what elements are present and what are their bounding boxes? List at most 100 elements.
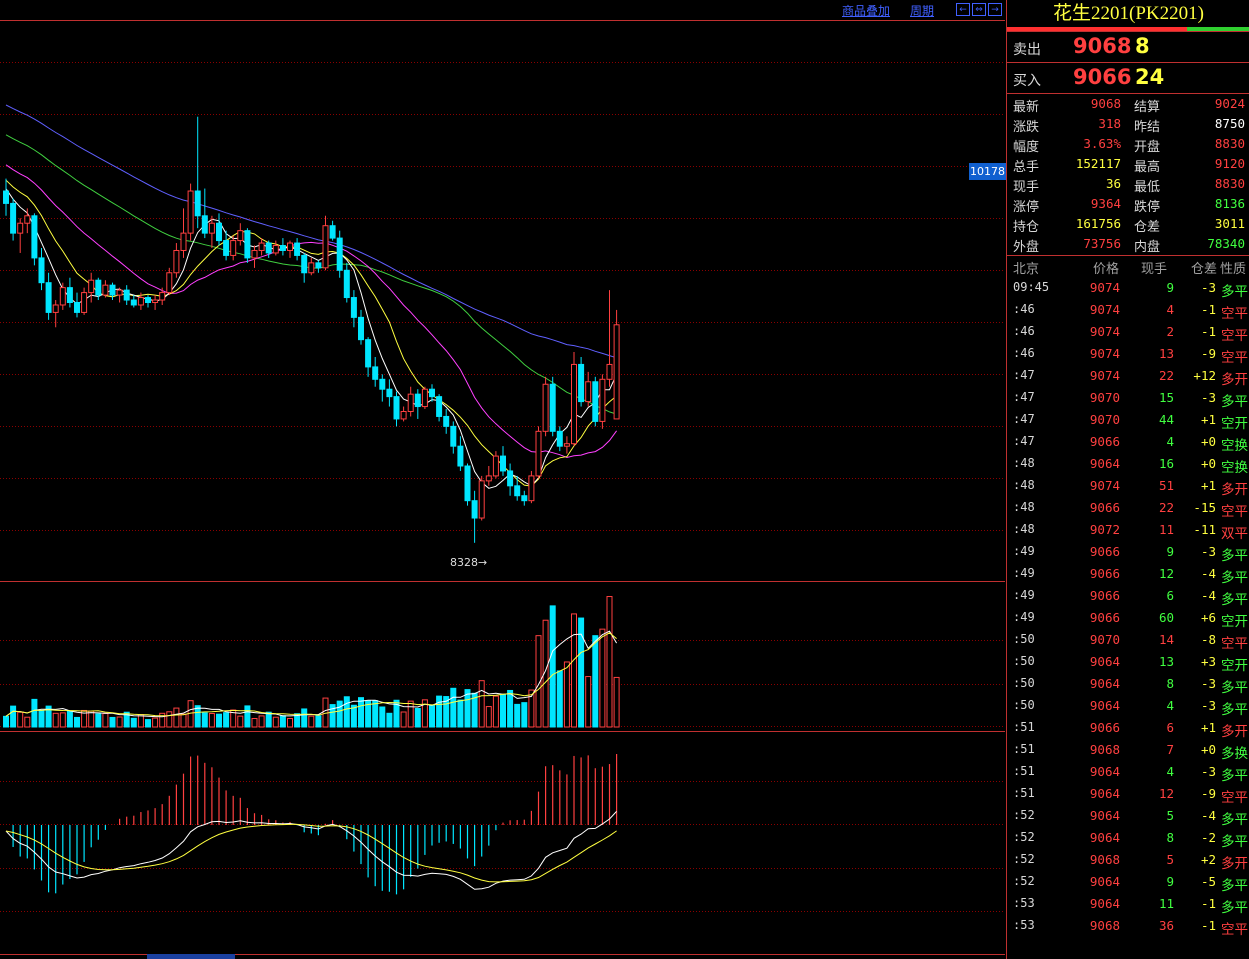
candle-body [223, 240, 230, 256]
tick-row[interactable]: :46 9074 2 -1 空平 [1007, 321, 1249, 344]
tick-nature: 多开 [1221, 856, 1248, 872]
tick-volume: 9 [1166, 874, 1174, 889]
candle-body [102, 284, 109, 296]
volume-bar [485, 706, 492, 728]
tick-oi-change: -5 [1200, 874, 1216, 889]
tick-row[interactable]: :47 9074 22 +12 多开 [1007, 365, 1249, 388]
tick-time: :46 [1013, 302, 1035, 316]
tick-row[interactable]: :53 9068 36 -1 空平 [1007, 915, 1249, 938]
tick-row[interactable]: :48 9072 11 -11 双平 [1007, 519, 1249, 542]
tick-row[interactable]: :48 9066 22 -15 空平 [1007, 497, 1249, 520]
kline-chart[interactable] [0, 0, 1005, 959]
tick-row[interactable]: :51 9064 12 -9 空平 [1007, 783, 1249, 806]
tick-row[interactable]: :48 9064 16 +0 空换 [1007, 453, 1249, 476]
candle-body [571, 363, 577, 445]
tick-price: 9070 [1089, 390, 1120, 405]
zoom-button[interactable]: ⇔ [972, 3, 986, 16]
tick-nature: 多平 [1221, 702, 1248, 718]
tick-time: :51 [1013, 764, 1035, 778]
tick-row[interactable]: :52 9068 5 +2 多开 [1007, 849, 1249, 872]
tick-header-vol: 现手 [1141, 262, 1168, 277]
chart-scrollbar-thumb[interactable] [147, 954, 235, 959]
tick-row[interactable]: :47 9070 15 -3 多平 [1007, 387, 1249, 410]
tick-row[interactable]: :52 9064 9 -5 多平 [1007, 871, 1249, 894]
quote-label: 昨结 [1134, 120, 1161, 135]
candle-body [528, 475, 535, 502]
tick-nature: 空平 [1221, 504, 1248, 520]
tick-time: :47 [1013, 434, 1035, 448]
tick-oi-change: +1 [1200, 412, 1216, 427]
volume-bar [237, 715, 244, 728]
add-product-link[interactable]: 商品叠加 [842, 2, 890, 19]
tick-oi-change: +0 [1200, 434, 1216, 449]
tick-price: 9064 [1089, 896, 1120, 911]
tick-time: :50 [1013, 676, 1035, 690]
candle-body [31, 215, 38, 259]
ma20-line [5, 164, 618, 459]
kline-chart-area[interactable]: 商品叠加 周期 ← ⇔ → 10178 8328→ [0, 0, 1006, 959]
candle-body [549, 383, 556, 432]
tick-row[interactable]: :50 9064 8 -3 多平 [1007, 673, 1249, 696]
tick-nature: 多平 [1221, 680, 1248, 696]
tick-row[interactable]: :46 9074 13 -9 空平 [1007, 343, 1249, 366]
tick-nature: 多平 [1221, 394, 1248, 410]
tick-price: 9068 [1089, 742, 1120, 757]
tick-price: 9068 [1089, 852, 1120, 867]
tick-volume: 14 [1158, 632, 1174, 647]
tick-row[interactable]: :52 9064 5 -4 多平 [1007, 805, 1249, 828]
tick-row[interactable]: :46 9074 4 -1 空平 [1007, 299, 1249, 322]
tick-row[interactable]: :50 9070 14 -8 空平 [1007, 629, 1249, 652]
tick-row[interactable]: 09:45 9074 9 -3 多平 [1007, 277, 1249, 300]
tick-time: :50 [1013, 632, 1035, 646]
tick-row[interactable]: :47 9066 4 +0 空换 [1007, 431, 1249, 454]
scroll-left-button[interactable]: ← [956, 3, 970, 16]
quote-label: 仓差 [1134, 220, 1161, 235]
tick-time: :47 [1013, 412, 1035, 426]
tick-row[interactable]: :51 9066 6 +1 多开 [1007, 717, 1249, 740]
volume-bar [571, 613, 577, 728]
tick-price: 9066 [1089, 500, 1120, 515]
tick-row[interactable]: :50 9064 13 +3 空开 [1007, 651, 1249, 674]
candle-body [372, 366, 379, 380]
tick-row[interactable]: :53 9064 11 -1 多平 [1007, 893, 1249, 916]
quote-row: 涨跌 318 昨结 8750 [1007, 114, 1249, 135]
tick-volume: 51 [1158, 478, 1174, 493]
contract-title: 花生2201(PK2201) [1053, 3, 1204, 24]
tick-row[interactable]: :52 9064 8 -2 多平 [1007, 827, 1249, 850]
tick-row[interactable]: :51 9068 7 +0 多换 [1007, 739, 1249, 762]
volume-bar [556, 670, 563, 728]
volume-bar [88, 710, 95, 728]
candle-body [301, 254, 308, 274]
candle-body [152, 299, 159, 304]
tick-row[interactable]: :49 9066 60 +6 空开 [1007, 607, 1249, 630]
tick-volume: 5 [1166, 808, 1174, 823]
tick-row[interactable]: :48 9074 51 +1 多开 [1007, 475, 1249, 498]
candle-body [265, 242, 272, 254]
tick-nature: 空平 [1221, 790, 1248, 806]
tick-nature: 多开 [1221, 482, 1248, 498]
volume-bar [429, 704, 435, 728]
scroll-right-button[interactable]: → [988, 3, 1002, 16]
tick-row[interactable]: :49 9066 9 -3 多平 [1007, 541, 1249, 564]
tick-row[interactable]: :49 9066 12 -4 多平 [1007, 563, 1249, 586]
volume-bar [336, 700, 343, 728]
tick-row[interactable]: :49 9066 6 -4 多平 [1007, 585, 1249, 608]
tick-oi-change: +2 [1200, 852, 1216, 867]
low-price-label: 8328→ [450, 556, 488, 569]
volume-bar [38, 710, 45, 728]
candle-body [336, 237, 343, 271]
tick-row[interactable]: :50 9064 4 -3 多平 [1007, 695, 1249, 718]
tick-oi-change: -9 [1200, 346, 1216, 361]
period-link[interactable]: 周期 [910, 2, 934, 19]
tick-row[interactable]: :47 9070 44 +1 空开 [1007, 409, 1249, 432]
volume-bar [17, 711, 24, 728]
candle-body [400, 411, 407, 420]
tick-time: :51 [1013, 786, 1035, 800]
tick-row[interactable]: :51 9064 4 -3 多平 [1007, 761, 1249, 784]
tick-price: 9064 [1089, 874, 1120, 889]
candle-body [485, 475, 492, 482]
buy-row: 买入 9066 24 [1007, 63, 1249, 93]
candle-body [59, 287, 66, 306]
candle-body [24, 215, 31, 224]
candle-body [52, 304, 59, 313]
